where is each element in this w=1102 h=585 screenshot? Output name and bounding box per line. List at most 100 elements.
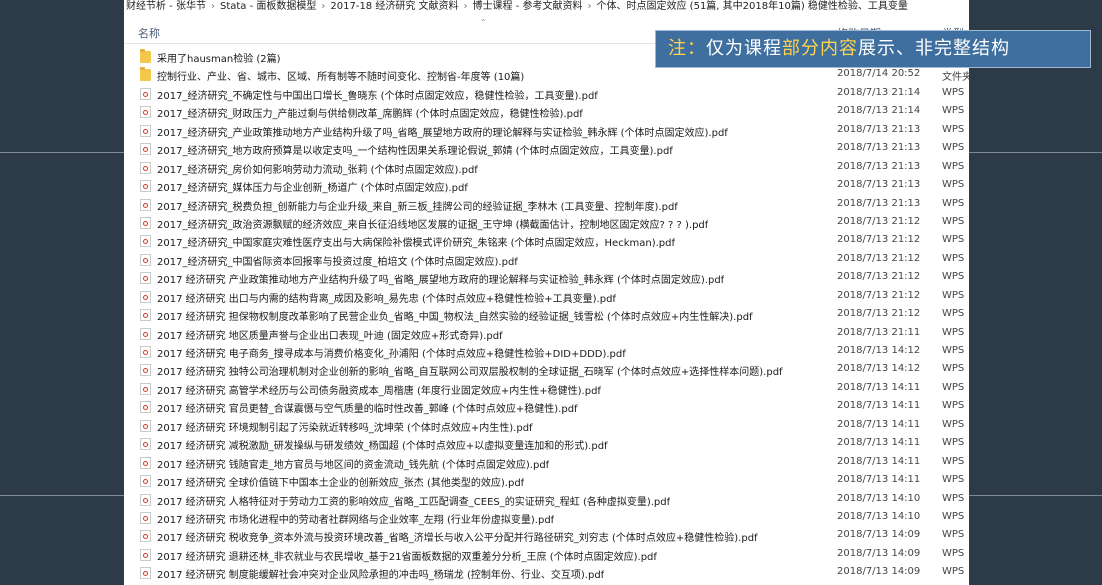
file-type: WPS: [942, 308, 965, 320]
file-name[interactable]: 2017 经济研究 税收竞争_资本外流与投资环境改善_省略_济增长与收入公平分配…: [157, 529, 758, 544]
note-highlight: 部分内容: [782, 38, 858, 59]
file-row[interactable]: 2017_经济研究_地方政府预算是以收定支吗_一个结构性因果关系理论假说_郭婧 …: [124, 140, 969, 158]
file-row[interactable]: 2017 经济研究 市场化进程中的劳动者社群网络与企业效率_左翔 (行业年份虚拟…: [124, 509, 969, 527]
file-name[interactable]: 2017_经济研究_媒体压力与企业创新_杨道广 (个体时点固定效应).pdf: [157, 179, 468, 194]
file-name[interactable]: 2017 经济研究 高管学术经历与公司债务融资成本_周楷唐 (年度行业固定效应+…: [157, 382, 601, 397]
file-date: 2018/7/13 21:12: [837, 289, 921, 301]
file-date: 2018/7/13 21:14: [837, 105, 921, 117]
file-row[interactable]: 2017 经济研究 钱随官走_地方官员与地区间的资金流动_钱先航 (个体时点固定…: [124, 454, 969, 472]
file-name[interactable]: 2017 经济研究 环境规制引起了污染就近转移吗_沈坤荣 (个体时点效应+内生性…: [157, 419, 533, 434]
file-row[interactable]: 2017_经济研究_不确定性与中国出口增长_鲁晓东 (个体时点固定效应，稳健性检…: [124, 85, 969, 103]
breadcrumb-item[interactable]: Stata - 面板数据模型: [220, 1, 316, 12]
file-date: 2018/7/13 14:11: [837, 381, 921, 393]
file-name[interactable]: 2017 经济研究 担保物权制度改革影响了民营企业负_省略_中国_物权法_自然实…: [157, 308, 753, 323]
file-name[interactable]: 控制行业、产业、省、城市、区域、所有制等不随时间变化、控制省-年度等 (10篇): [157, 68, 524, 83]
breadcrumb-item[interactable]: 2017-18 经济研究 文献资料: [330, 1, 458, 12]
file-row[interactable]: 2017_经济研究_中国省际资本回报率与投资过度_柏培文 (个体时点固定效应).…: [124, 251, 969, 269]
file-date: 2018/7/13 21:11: [837, 326, 921, 338]
file-row[interactable]: 2017 经济研究 制度能缓解社会冲突对企业风险承担的冲击吗_杨瑞龙 (控制年份…: [124, 564, 969, 582]
file-row[interactable]: 2017 经济研究 出口与内需的结构背离_成因及影响_易先忠 (个体时点效应+稳…: [124, 288, 969, 306]
file-name[interactable]: 2017 经济研究 官员更替_合谋震慑与空气质量的临时性改善_郭峰 (个体时点效…: [157, 400, 578, 415]
file-row[interactable]: 2017 经济研究 退耕还林_非农就业与农民增收_基于21省面板数据的双重差分分…: [124, 546, 969, 564]
file-name[interactable]: 2017_经济研究_地方政府预算是以收定支吗_一个结构性因果关系理论假说_郭婧 …: [157, 142, 673, 157]
file-row[interactable]: 2017 经济研究 税收竞争_资本外流与投资环境改善_省略_济增长与收入公平分配…: [124, 527, 969, 545]
folder-icon: [140, 49, 151, 63]
pdf-file-icon: [140, 493, 151, 506]
file-name[interactable]: 2017 经济研究 市场化进程中的劳动者社群网络与企业效率_左翔 (行业年份虚拟…: [157, 511, 554, 526]
breadcrumb-item[interactable]: 财经节析 - 张华节: [126, 1, 206, 12]
file-name[interactable]: 2017_经济研究_房价如何影响劳动力流动_张莉 (个体时点固定效应).pdf: [157, 161, 478, 176]
file-type: WPS: [942, 123, 965, 135]
file-name[interactable]: 2017 经济研究 电子商务_搜寻成本与消费价格变化_孙浦阳 (个体时点效应+稳…: [157, 345, 626, 360]
file-type: WPS: [942, 566, 965, 578]
pdf-file-icon: [140, 530, 151, 543]
file-row[interactable]: 2017_经济研究_房价如何影响劳动力流动_张莉 (个体时点固定效应).pdf 2…: [124, 159, 969, 177]
file-row[interactable]: 2017_经济研究_中国家庭灾难性医疗支出与大病保险补偿模式评价研究_朱铭来 (…: [124, 232, 969, 250]
file-row[interactable]: 2017_经济研究_财政压力_产能过剩与供给侧改革_席鹏辉 (个体时点固定效应，…: [124, 103, 969, 121]
file-date: 2018/7/13 21:13: [837, 160, 921, 172]
file-name[interactable]: 2017 经济研究 全球价值链下中国本土企业的创新效应_张杰 (其他类型的效应)…: [157, 474, 524, 489]
file-row[interactable]: 2017 经济研究 地区质量声誉与企业出口表现_叶迪 (固定效应+形式奇异).p…: [124, 325, 969, 343]
file-date: 2018/7/13 14:12: [837, 363, 921, 375]
file-row[interactable]: 2017 经济研究 环境规制引起了污染就近转移吗_沈坤荣 (个体时点效应+内生性…: [124, 417, 969, 435]
file-row[interactable]: 2017 经济研究 人格特征对于劳动力工资的影响效应_省略_工匹配调查_CEES…: [124, 491, 969, 509]
file-name[interactable]: 2017 经济研究 制度能缓解社会冲突对企业风险承担的冲击吗_杨瑞龙 (控制年份…: [157, 566, 604, 581]
file-name[interactable]: 2017_经济研究_政治资源飘赋的经济效应_来自长征沿线地区发展的证据_王守坤 …: [157, 216, 708, 231]
file-date: 2018/7/13 21:13: [837, 179, 921, 191]
file-row[interactable]: 2017_经济研究_政治资源飘赋的经济效应_来自长征沿线地区发展的证据_王守坤 …: [124, 214, 969, 232]
file-name[interactable]: 2017 经济研究 人格特征对于劳动力工资的影响效应_省略_工匹配调查_CEES…: [157, 493, 670, 508]
file-date: 2018/7/13 21:13: [837, 197, 921, 209]
file-type: WPS: [942, 400, 965, 412]
file-type: WPS: [942, 529, 965, 541]
file-type: WPS: [942, 105, 965, 117]
file-name[interactable]: 2017_经济研究_产业政策推动地方产业结构升级了吗_省略_展望地方政府的理论解…: [157, 124, 728, 139]
file-name[interactable]: 2017_经济研究_不确定性与中国出口增长_鲁晓东 (个体时点固定效应，稳健性检…: [157, 87, 598, 102]
file-date: 2018/7/13 21:12: [837, 271, 921, 283]
file-row[interactable]: 2017 经济研究 产业政策推动地方产业结构升级了吗_省略_展望地方政府的理论解…: [124, 269, 969, 287]
file-type: WPS: [942, 271, 965, 283]
file-date: 2018/7/13 21:12: [837, 234, 921, 246]
file-row[interactable]: 2017_经济研究_媒体压力与企业创新_杨道广 (个体时点固定效应).pdf 20…: [124, 177, 969, 195]
file-name[interactable]: 采用了hausman检验 (2篇): [157, 50, 281, 65]
file-name[interactable]: 2017_经济研究_中国省际资本回报率与投资过度_柏培文 (个体时点固定效应).…: [157, 253, 518, 268]
file-row[interactable]: 2017 经济研究 独特公司治理机制对企业创新的影响_省略_自互联网公司双层股权…: [124, 361, 969, 379]
file-row[interactable]: 2017 经济研究 担保物权制度改革影响了民营企业负_省略_中国_物权法_自然实…: [124, 306, 969, 324]
pdf-file-icon: [140, 346, 151, 358]
breadcrumb-item[interactable]: 个体、时点固定效应 (51篇, 其中2018年10篇) 稳健性检验、工具变量: [597, 1, 908, 12]
file-row[interactable]: 控制行业、产业、省、城市、区域、所有制等不随时间变化、控制省-年度等 (10篇)…: [124, 66, 969, 84]
file-row[interactable]: 2017_经济研究_税费负担_创新能力与企业升级_来自_新三板_挂牌公司的经验证…: [124, 196, 969, 214]
file-row[interactable]: 2017 经济研究 全球价值链下中国本土企业的创新效应_张杰 (其他类型的效应)…: [124, 472, 969, 490]
file-date: 2018/7/13 14:11: [837, 400, 921, 412]
file-name[interactable]: 2017_经济研究_中国家庭灾难性医疗支出与大病保险补偿模式评价研究_朱铭来 (…: [157, 234, 675, 249]
explorer-window: 财经节析 - 张华节 › Stata - 面板数据模型 › 2017-18 经济研究 文…: [124, 0, 969, 585]
file-name[interactable]: 2017 经济研究 产业政策推动地方产业结构升级了吗_省略_展望地方政府的理论解…: [157, 271, 724, 286]
file-date: 2018/7/13 21:12: [837, 215, 921, 227]
file-date: 2018/7/13 14:11: [837, 437, 921, 449]
file-row[interactable]: 2017 经济研究 电子商务_搜寻成本与消费价格变化_孙浦阳 (个体时点效应+稳…: [124, 343, 969, 361]
file-name[interactable]: 2017 经济研究 退耕还林_非农就业与农民增收_基于21省面板数据的双重差分分…: [157, 548, 657, 563]
file-type: WPS: [942, 345, 965, 356]
pdf-file-icon: [140, 475, 151, 488]
file-row[interactable]: 2017 经济研究 官员更替_合谋震慑与空气质量的临时性改善_郭峰 (个体时点效…: [124, 398, 969, 416]
file-name[interactable]: 2017 经济研究 出口与内需的结构背离_成因及影响_易先忠 (个体时点效应+稳…: [157, 290, 616, 305]
file-name[interactable]: 2017_经济研究_税费负担_创新能力与企业升级_来自_新三板_挂牌公司的经验证…: [157, 198, 678, 213]
file-name[interactable]: 2017 经济研究 钱随官走_地方官员与地区间的资金流动_钱先航 (个体时点固定…: [157, 456, 549, 471]
file-row[interactable]: 2017_经济研究_产业政策推动地方产业结构升级了吗_省略_展望地方政府的理论解…: [124, 122, 969, 140]
file-type: WPS: [942, 179, 965, 191]
pdf-file-icon: [140, 401, 151, 414]
file-name[interactable]: 2017_经济研究_财政压力_产能过剩与供给侧改革_席鹏辉 (个体时点固定效应，…: [157, 105, 583, 120]
breadcrumb-separator-icon: ›: [463, 1, 468, 12]
pdf-file-icon: [140, 161, 151, 174]
file-date: 2018/7/13 14:09: [837, 529, 921, 541]
file-date: 2018/7/13 14:09: [837, 566, 921, 578]
file-name[interactable]: 2017 经济研究 减税激励_研发操纵与研发绩效_杨国超 (个体时点效应+以虚拟…: [157, 437, 608, 452]
note-part1: 仅为课程: [706, 38, 782, 59]
file-date: 2018/7/13 14:11: [837, 474, 921, 486]
column-header-name[interactable]: 名称: [138, 25, 160, 41]
file-name[interactable]: 2017 经济研究 地区质量声誉与企业出口表现_叶迪 (固定效应+形式奇异).p…: [157, 327, 503, 342]
file-name[interactable]: 2017 经济研究 独特公司治理机制对企业创新的影响_省略_自互联网公司双层股权…: [157, 363, 783, 378]
file-row[interactable]: 2017 经济研究 减税激励_研发操纵与研发绩效_杨国超 (个体时点效应+以虚拟…: [124, 435, 969, 453]
file-type: WPS: [942, 492, 965, 504]
breadcrumb-item[interactable]: 博士课程 - 参考文献资料: [473, 1, 583, 12]
file-row[interactable]: 2017 经济研究 高管学术经历与公司债务融资成本_周楷唐 (年度行业固定效应+…: [124, 380, 969, 398]
